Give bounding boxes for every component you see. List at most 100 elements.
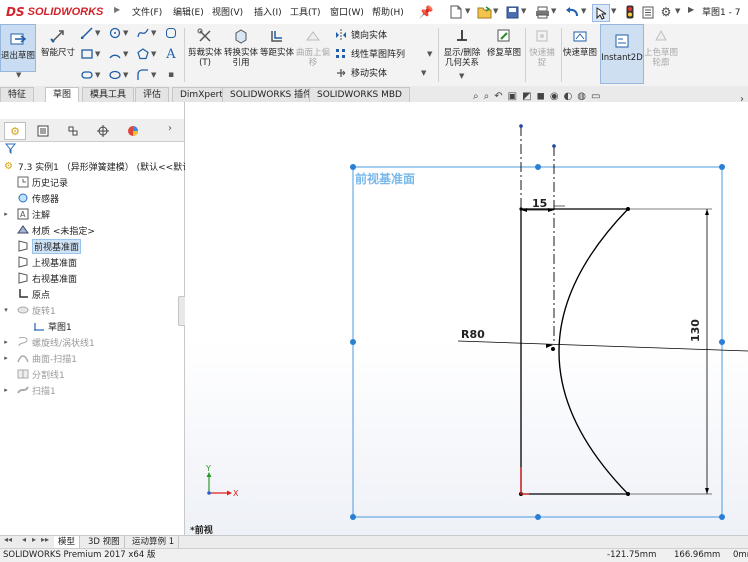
spline-dropdown-icon[interactable]: ▼ bbox=[151, 29, 156, 37]
tree-item-split-line1[interactable]: 分割线1 bbox=[8, 366, 65, 382]
print-dropdown-icon[interactable]: ▼ bbox=[551, 7, 556, 15]
convert-entities-button[interactable]: 转换实体引用 bbox=[223, 26, 259, 68]
tree-item-helix1[interactable]: ▸ 螺旋线/涡状线1 bbox=[0, 334, 95, 350]
tab-evaluate[interactable]: 评估 bbox=[135, 87, 170, 102]
circle-icon[interactable] bbox=[108, 26, 122, 40]
point-icon[interactable]: ▪ bbox=[164, 68, 178, 82]
tree-item-top-plane[interactable]: 上视基准面 bbox=[8, 254, 77, 270]
offset-entities-button[interactable]: 等距实体 bbox=[260, 26, 294, 58]
save-icon[interactable] bbox=[504, 4, 520, 20]
feature-manager-tab-icon[interactable]: ⚙ bbox=[4, 122, 26, 140]
configuration-manager-tab-icon[interactable] bbox=[62, 122, 84, 140]
select-arrow-icon[interactable] bbox=[592, 4, 610, 22]
menu-insert[interactable]: 插入(I) bbox=[254, 5, 282, 18]
linear-pattern-dropdown-icon[interactable]: ▼ bbox=[427, 50, 432, 58]
polygon-dropdown-icon[interactable]: ▼ bbox=[151, 50, 156, 58]
expand-arrow-icon[interactable]: ▸ bbox=[2, 210, 10, 218]
tab-mold-tools[interactable]: 模具工具 bbox=[82, 87, 135, 102]
line-icon[interactable] bbox=[80, 26, 94, 40]
slot-icon[interactable] bbox=[80, 68, 94, 82]
file-properties-icon[interactable] bbox=[640, 4, 656, 20]
dimension-15[interactable]: 15 bbox=[532, 197, 547, 210]
tree-item-front-plane[interactable]: 前视基准面 bbox=[8, 238, 82, 254]
tree-item-revolve1[interactable]: ▾ 旋转1 bbox=[0, 302, 56, 318]
surface-offset-button[interactable]: 曲面上偏移 bbox=[295, 26, 331, 68]
centerline-endpoint[interactable] bbox=[552, 144, 556, 148]
tab-3d-view[interactable]: 3D 视图 bbox=[84, 536, 125, 548]
menu-view[interactable]: 视图(V) bbox=[212, 5, 243, 18]
tree-item-right-plane[interactable]: 右视基准面 bbox=[8, 270, 77, 286]
ellipse-dropdown-icon[interactable]: ▼ bbox=[123, 71, 128, 79]
section-view-icon[interactable]: ▣ bbox=[508, 91, 517, 102]
property-manager-tab-icon[interactable] bbox=[32, 122, 54, 140]
save-dropdown-icon[interactable]: ▼ bbox=[521, 7, 526, 15]
new-dropdown-icon[interactable]: ▼ bbox=[465, 7, 470, 15]
text-tool-icon[interactable]: A bbox=[164, 47, 178, 62]
move-dropdown-icon[interactable]: ▼ bbox=[421, 69, 426, 77]
zoom-to-area-icon[interactable]: ⌕ bbox=[484, 91, 490, 102]
rectangle-dropdown-icon[interactable]: ▼ bbox=[95, 50, 100, 58]
fillet-dropdown-icon[interactable]: ▼ bbox=[151, 71, 156, 79]
hide-show-items-icon[interactable]: ◉ bbox=[550, 91, 559, 102]
r80-arc[interactable] bbox=[558, 208, 629, 495]
rebuild-traffic-light-icon[interactable] bbox=[622, 4, 638, 20]
pin-icon[interactable]: 📌 bbox=[418, 4, 434, 20]
repair-sketch-button[interactable]: 修复草图 bbox=[486, 26, 522, 58]
tree-item-sensors[interactable]: 传感器 bbox=[8, 190, 59, 206]
line-dropdown-icon[interactable]: ▼ bbox=[95, 29, 100, 37]
zoom-to-fit-icon[interactable]: ⌕ bbox=[473, 91, 479, 102]
tab-motion-study[interactable]: 运动算例 1 bbox=[128, 536, 180, 548]
tab-solidworks-addins[interactable]: SOLIDWORKS 插件 bbox=[222, 87, 321, 102]
expand-arrow-icon[interactable]: ▸ bbox=[2, 386, 10, 394]
undo-dropdown-icon[interactable]: ▼ bbox=[581, 7, 586, 15]
arc-icon[interactable] bbox=[108, 47, 122, 61]
expand-arrow-icon[interactable]: ▸ bbox=[2, 354, 10, 362]
relations-dropdown-icon[interactable]: ▼ bbox=[459, 72, 464, 80]
display-delete-relations-button[interactable]: 显示/删除几何关系 bbox=[441, 26, 483, 68]
tree-root[interactable]: ⚙ 7.3 实例1 （异形弹簧建模） (默认<<默认 bbox=[0, 158, 191, 174]
smart-dimension-button[interactable]: 智能尺寸 bbox=[38, 26, 78, 58]
previous-view-icon[interactable]: ↶ bbox=[494, 91, 502, 102]
spline-icon[interactable] bbox=[136, 26, 150, 40]
dimxpert-manager-tab-icon[interactable] bbox=[92, 122, 114, 140]
tab-model[interactable]: 模型 bbox=[54, 536, 81, 548]
menu-help[interactable]: 帮助(H) bbox=[372, 5, 404, 18]
view-settings-icon[interactable]: ▭ bbox=[591, 91, 600, 102]
tree-item-annotations[interactable]: ▸ A 注解 bbox=[0, 206, 50, 222]
dimension-130[interactable]: 130 bbox=[689, 319, 702, 342]
menu-edit[interactable]: 编辑(E) bbox=[173, 5, 204, 18]
quick-snaps-button[interactable]: 快速捕捉 bbox=[527, 26, 557, 68]
panel-scroll-right-icon[interactable]: › bbox=[168, 123, 172, 134]
exit-sketch-button[interactable]: 退出草图 bbox=[0, 24, 36, 72]
tree-item-sketch1[interactable]: 草图1 bbox=[24, 318, 72, 334]
trim-entities-button[interactable]: 剪裁实体(T) bbox=[188, 26, 222, 68]
tab-solidworks-mbd[interactable]: SOLIDWORKS MBD bbox=[309, 87, 410, 102]
graphics-area[interactable]: ⌕ ⌕ ↶ ▣ ◩ ◼ ◉ ◐ ◍ ▭ Y X 前视基准面 15 130 R80… bbox=[185, 91, 748, 536]
menu-tools[interactable]: 工具(T) bbox=[290, 5, 321, 18]
new-document-icon[interactable] bbox=[448, 4, 464, 20]
plane-handle[interactable] bbox=[535, 514, 541, 520]
menu-file[interactable]: 文件(F) bbox=[132, 5, 162, 18]
tree-item-origin[interactable]: 原点 bbox=[8, 286, 50, 302]
exit-sketch-dropdown-icon[interactable]: ▼ bbox=[16, 71, 21, 79]
slot-dropdown-icon[interactable]: ▼ bbox=[95, 71, 100, 79]
menu-pin-arrow[interactable]: ▶ bbox=[114, 5, 120, 14]
tab-features[interactable]: 特征 bbox=[0, 87, 35, 102]
scroll-prev-icon[interactable]: ◂ bbox=[22, 535, 26, 544]
view-orientation-icon[interactable]: ◩ bbox=[522, 91, 531, 102]
circle-dropdown-icon[interactable]: ▼ bbox=[123, 29, 128, 37]
tab-sketch[interactable]: 草图 bbox=[45, 87, 80, 102]
display-manager-tab-icon[interactable] bbox=[122, 122, 144, 140]
collapse-arrow-icon[interactable]: ▾ bbox=[2, 306, 10, 314]
plane-handle[interactable] bbox=[350, 514, 356, 520]
open-folder-icon[interactable] bbox=[476, 4, 492, 20]
sketch-fillet-icon[interactable] bbox=[136, 68, 150, 82]
tree-item-surface-sweep1[interactable]: ▸ 曲面-扫描1 bbox=[0, 350, 77, 366]
sketch-origin[interactable] bbox=[520, 467, 529, 495]
options-gear-icon[interactable]: ⚙ bbox=[658, 4, 674, 20]
tree-item-history[interactable]: 历史记录 bbox=[8, 174, 68, 190]
plane-handle[interactable] bbox=[350, 339, 356, 345]
edit-appearance-icon[interactable]: ◐ bbox=[564, 91, 573, 102]
open-dropdown-icon[interactable]: ▼ bbox=[493, 7, 498, 15]
move-entities-button[interactable]: 移动实体 ▼ bbox=[334, 65, 426, 80]
